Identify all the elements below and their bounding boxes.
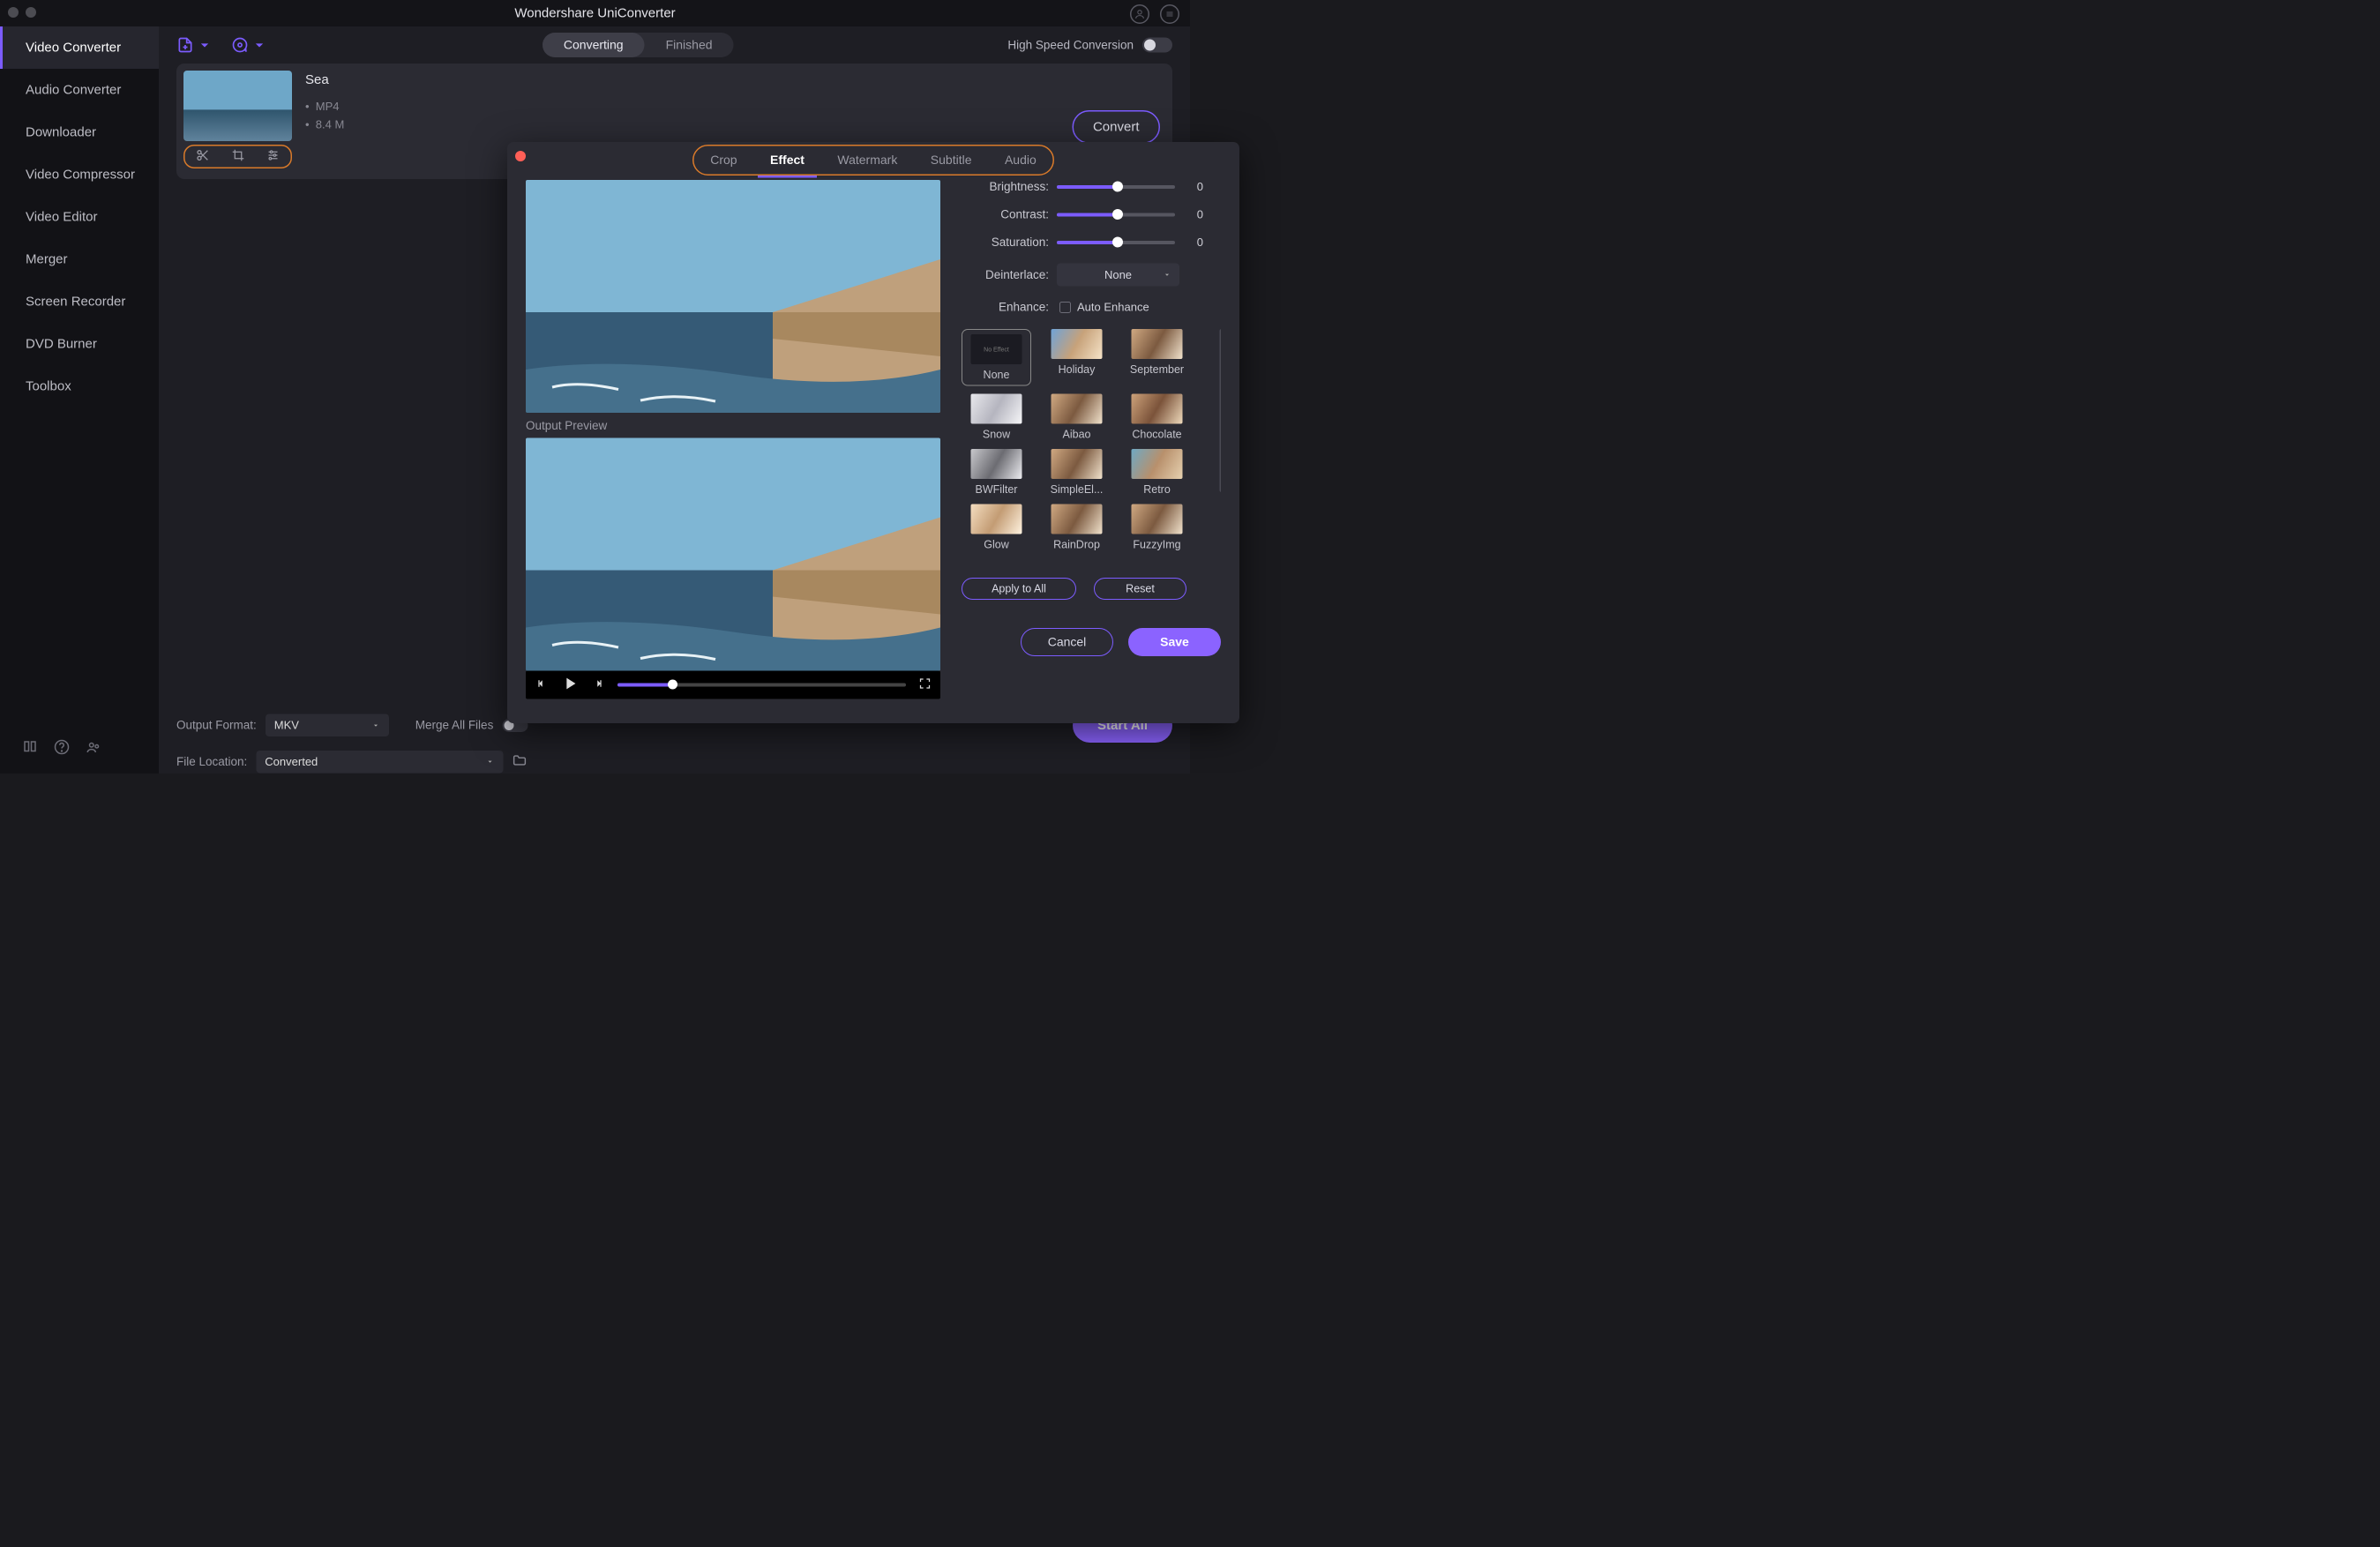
brightness-label: Brightness: [962,180,1049,194]
file-location-label: File Location: [176,755,247,769]
sidebar-item-video-compressor[interactable]: Video Compressor [0,153,159,196]
reset-button[interactable]: Reset [1094,578,1186,600]
tab-crop[interactable]: Crop [707,151,740,170]
effect-holiday[interactable]: Holiday [1042,329,1111,386]
fullscreen-icon[interactable] [918,676,932,693]
dialog-close-icon[interactable] [515,151,526,161]
status-segmented: Converting Finished [543,33,734,57]
sidebar-item-audio-converter[interactable]: Audio Converter [0,69,159,111]
tab-audio[interactable]: Audio [1001,151,1040,170]
output-preview [526,438,940,671]
help-icon[interactable] [53,738,71,756]
file-title: Sea [305,72,344,87]
effect-retro[interactable]: Retro [1122,449,1192,497]
enhance-label: Enhance: [962,301,1049,315]
play-icon[interactable] [560,674,580,697]
output-preview-label: Output Preview [526,419,940,433]
titlebar: Wondershare UniConverter [0,0,1190,26]
contrast-value: 0 [1186,208,1203,222]
effect-none[interactable]: No EffectNone [962,329,1031,386]
saturation-value: 0 [1186,235,1203,250]
community-icon[interactable] [85,738,102,756]
save-button[interactable]: Save [1128,628,1221,656]
open-folder-icon[interactable] [512,752,527,771]
account-icon[interactable] [1130,4,1149,24]
effect-bwfilter[interactable]: BWFilter [962,449,1031,497]
effect-fuzzyimg[interactable]: FuzzyImg [1122,504,1192,552]
output-format-label: Output Format: [176,719,257,733]
effect-simpleel[interactable]: SimpleEl... [1042,449,1111,497]
effect-september[interactable]: September [1122,329,1192,386]
file-format: • MP4 [305,100,344,114]
tab-subtitle[interactable]: Subtitle [927,151,976,170]
tab-watermark[interactable]: Watermark [834,151,901,170]
hsc-label: High Speed Conversion [1007,38,1134,52]
sidebar-item-video-converter[interactable]: Video Converter [0,26,159,69]
saturation-slider[interactable] [1057,241,1175,244]
sidebar-item-downloader[interactable]: Downloader [0,111,159,153]
brightness-slider[interactable] [1057,185,1175,189]
effect-dialog: Crop Effect Watermark Subtitle Audio [507,142,1239,723]
menu-icon[interactable] [1160,4,1179,24]
deinterlace-label: Deinterlace: [962,268,1049,282]
topbar: Converting Finished High Speed Conversio… [159,26,1190,64]
apply-to-all-button[interactable]: Apply to All [962,578,1076,600]
sidebar-item-video-editor[interactable]: Video Editor [0,196,159,238]
sidebar: Video Converter Audio Converter Download… [0,26,159,774]
tutorial-icon[interactable] [21,738,39,756]
cancel-button[interactable]: Cancel [1021,628,1113,656]
brightness-value: 0 [1186,180,1203,194]
effect-chocolate[interactable]: Chocolate [1122,394,1192,442]
auto-enhance-checkbox[interactable] [1059,302,1071,313]
deinterlace-select[interactable]: None [1057,264,1179,287]
file-thumbnail[interactable] [183,71,292,141]
saturation-label: Saturation: [962,235,1049,250]
next-frame-icon[interactable] [592,676,605,693]
main-panel: Converting Finished High Speed Conversio… [159,26,1190,774]
crop-icon[interactable] [231,148,244,165]
original-preview [526,180,940,413]
trim-icon[interactable] [196,148,210,166]
sidebar-item-merger[interactable]: Merger [0,238,159,280]
sidebar-item-toolbox[interactable]: Toolbox [0,365,159,407]
merge-label: Merge All Files [415,719,494,733]
playbar [526,671,940,699]
contrast-label: Contrast: [962,208,1049,222]
effect-snow[interactable]: Snow [962,394,1031,442]
adjust-icon[interactable] [266,148,280,165]
file-location-select[interactable]: Converted [256,751,503,774]
contrast-slider[interactable] [1057,213,1175,216]
effects-scrollbar[interactable] [1220,329,1222,492]
tab-effect[interactable]: Effect [767,151,808,170]
thumb-tools-highlight [183,145,292,168]
effect-raindrop[interactable]: RainDrop [1042,504,1111,552]
auto-enhance-label: Auto Enhance [1077,301,1149,315]
convert-button[interactable]: Convert [1072,110,1160,144]
output-format-select[interactable]: MKV [266,714,389,737]
seg-converting[interactable]: Converting [543,33,645,57]
load-disc-button[interactable] [231,36,268,54]
file-size: • 8.4 M [305,118,344,132]
hsc-toggle[interactable] [1142,38,1172,53]
seek-slider[interactable] [617,684,906,687]
seg-finished[interactable]: Finished [645,33,734,57]
prev-frame-icon[interactable] [535,676,548,693]
dialog-tabs-highlight: Crop Effect Watermark Subtitle Audio [692,145,1054,176]
add-file-button[interactable] [176,36,213,54]
effects-panel: No EffectNone Holiday September Snow Aib… [962,329,1221,567]
effect-aibao[interactable]: Aibao [1042,394,1111,442]
sidebar-item-dvd-burner[interactable]: DVD Burner [0,323,159,365]
sidebar-item-screen-recorder[interactable]: Screen Recorder [0,280,159,323]
effect-glow[interactable]: Glow [962,504,1031,552]
app-title: Wondershare UniConverter [0,6,1190,21]
